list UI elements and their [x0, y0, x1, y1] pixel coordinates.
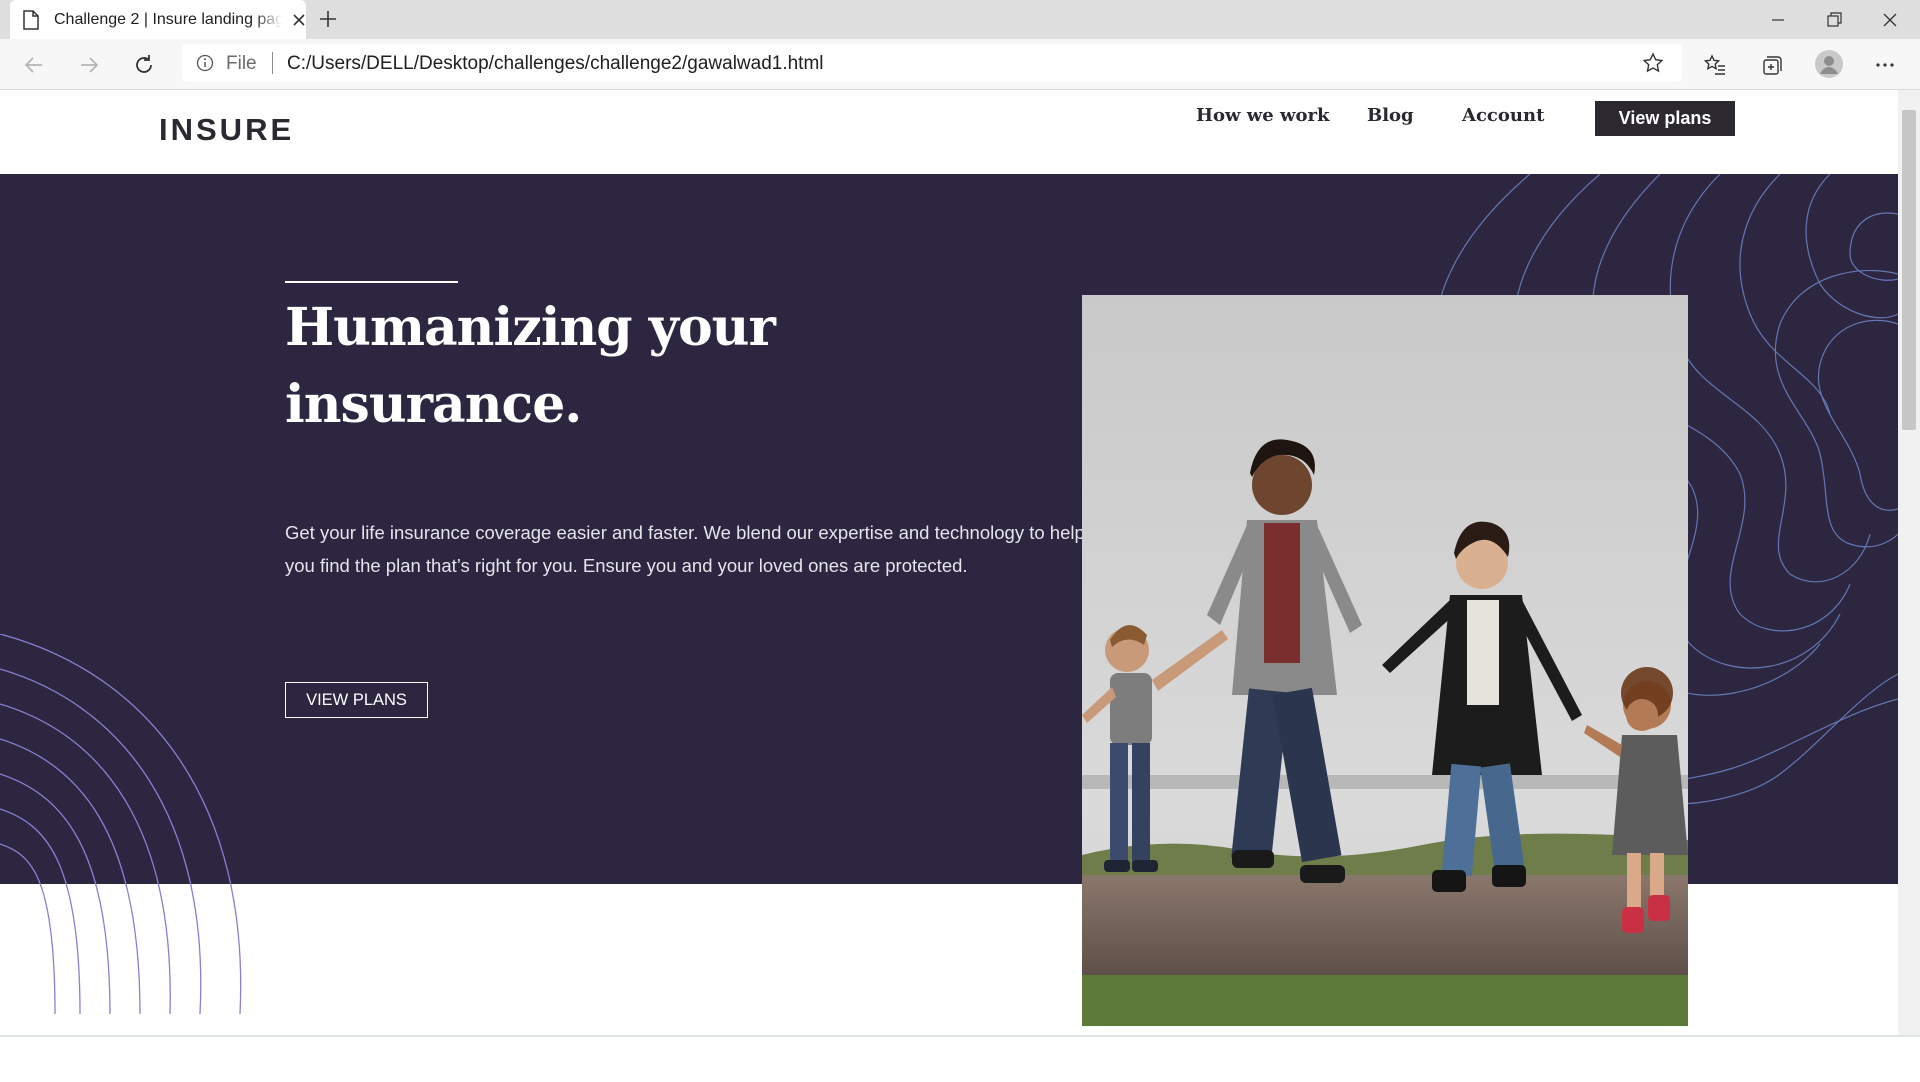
contour-lines-left	[0, 634, 242, 1015]
star-icon[interactable]	[1642, 52, 1664, 79]
nav-how-we-work[interactable]: How we work	[1196, 105, 1329, 126]
nav-blog[interactable]: Blog	[1367, 105, 1414, 126]
view-plans-hero-button[interactable]: VIEW PLANS	[285, 682, 428, 718]
nav-account[interactable]: Account	[1462, 105, 1544, 126]
scrollbar-thumb[interactable]	[1902, 110, 1916, 430]
refresh-icon[interactable]	[132, 53, 156, 77]
url-text[interactable]: C:/Users/DELL/Desktop/challenges/challen…	[287, 53, 824, 75]
window-close-icon[interactable]	[1876, 6, 1904, 34]
family-photo	[1082, 295, 1688, 1026]
collections-icon[interactable]	[1759, 53, 1783, 77]
info-icon[interactable]	[196, 54, 214, 77]
tab-title: Challenge 2 | Insure landing page	[54, 11, 282, 28]
view-plans-nav-button[interactable]: View plans	[1595, 101, 1735, 136]
back-icon[interactable]	[22, 53, 46, 77]
page-icon	[22, 10, 40, 35]
browser-tab[interactable]: Challenge 2 | Insure landing page	[10, 0, 306, 39]
hero-title-line-1: Humanizing your	[285, 297, 776, 358]
insure-logo[interactable]: INSURE	[159, 112, 294, 148]
url-scheme: File	[226, 53, 257, 74]
hero-title-line-2: insurance.	[285, 374, 582, 435]
plus-icon[interactable]	[318, 9, 338, 34]
hero-description: Get your life insurance coverage easier …	[285, 522, 1085, 576]
address-bar[interactable]: File C:/Users/DELL/Desktop/challenges/ch…	[182, 44, 1682, 82]
page-bottom-edge	[0, 1035, 1920, 1082]
page-scrollbar[interactable]	[1898, 90, 1920, 1035]
page-viewport: INSURE How we work Blog Account View pla…	[0, 90, 1898, 1035]
forward-icon[interactable]	[77, 53, 101, 77]
close-icon[interactable]	[291, 12, 307, 33]
maximize-icon[interactable]	[1820, 6, 1848, 34]
hero-divider	[285, 281, 458, 283]
tab-strip: Challenge 2 | Insure landing page	[0, 0, 1920, 39]
profile-icon[interactable]	[1814, 49, 1844, 79]
omnibox-divider	[272, 52, 273, 74]
browser-toolbar: File C:/Users/DELL/Desktop/challenges/ch…	[0, 39, 1920, 90]
minimize-icon[interactable]	[1764, 6, 1792, 34]
more-icon[interactable]	[1873, 53, 1897, 77]
favorites-icon[interactable]	[1703, 53, 1727, 77]
hero-title: Humanizing your insurance.	[285, 289, 885, 443]
